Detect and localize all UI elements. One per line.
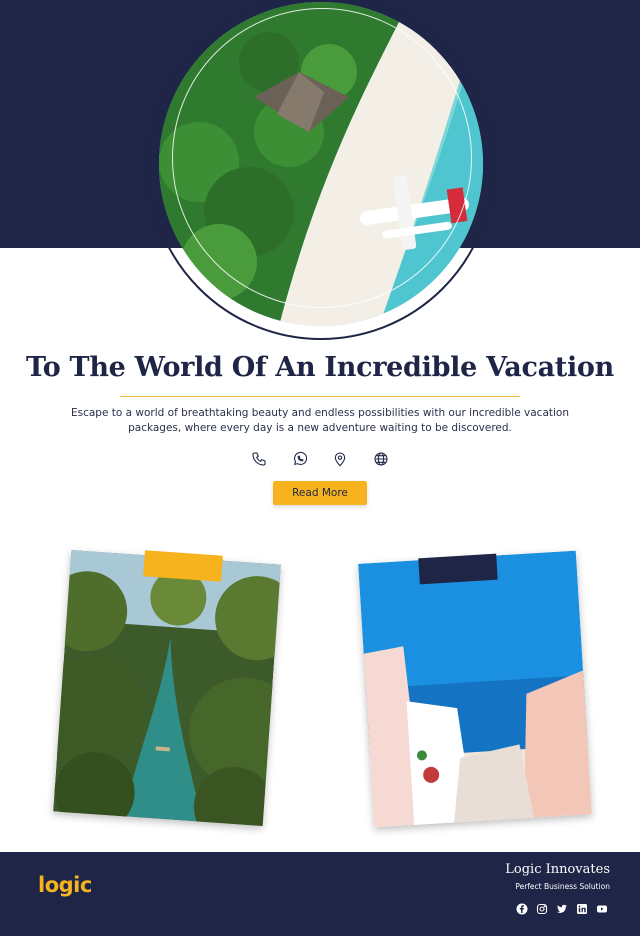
- tropical-river-photo-card: [53, 549, 281, 827]
- santorini-photo-card: [358, 550, 592, 828]
- navy-tape: [418, 553, 498, 585]
- globe-icon[interactable]: [372, 450, 390, 468]
- read-more-button[interactable]: Read More: [273, 481, 367, 505]
- linkedin-icon[interactable]: [576, 903, 588, 915]
- contact-icon-row: [250, 450, 390, 470]
- hero-description: Escape to a world of breathtaking beauty…: [70, 407, 569, 434]
- footer-tagline: Perfect Business Solution: [515, 882, 610, 891]
- whatsapp-icon[interactable]: [291, 450, 309, 468]
- hero-title: To The World Of An Incredible Vacation: [26, 352, 614, 383]
- twitter-icon[interactable]: [556, 903, 568, 915]
- instagram-icon[interactable]: [536, 903, 548, 915]
- title-underline: [120, 396, 520, 397]
- yellow-tape: [143, 550, 223, 582]
- hero-beach-photo: [159, 2, 483, 326]
- youtube-icon[interactable]: [596, 903, 608, 915]
- social-icon-row: [516, 903, 608, 915]
- logic-logo[interactable]: logic: [38, 873, 92, 897]
- footer-brand-name: Logic Innovates: [505, 862, 610, 877]
- facebook-icon[interactable]: [516, 903, 528, 915]
- phone-icon[interactable]: [250, 450, 268, 468]
- location-pin-icon[interactable]: [331, 450, 349, 468]
